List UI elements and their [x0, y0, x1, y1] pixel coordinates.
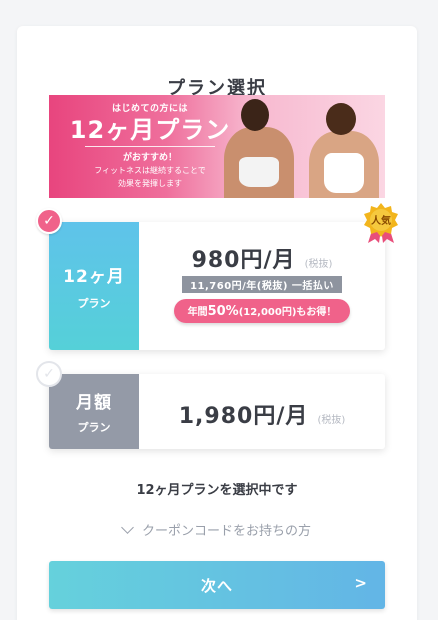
- discount-percent: 50%: [207, 304, 239, 319]
- next-button[interactable]: 次へ >: [49, 561, 385, 609]
- banner-line1: はじめての方には: [111, 104, 188, 114]
- plan-price: 980円/月: [191, 248, 296, 273]
- banner-desc2: 効果を発揮します: [118, 179, 182, 188]
- plan-option-12-month[interactable]: 12ヶ月 プラン 980円/月 (税抜) 11,760円/年(税抜) 一括払い …: [49, 222, 385, 350]
- banner-person-1-hair: [241, 99, 269, 131]
- plan-option-monthly[interactable]: 月額 プラン 1,980円/月 (税抜): [49, 374, 385, 449]
- discount-pre: 年間: [187, 307, 208, 318]
- discount-post: (12,000円)もお得！: [238, 307, 337, 318]
- coupon-label: クーポンコードをお持ちの方: [141, 524, 311, 539]
- banner-person-2-top: [324, 153, 364, 193]
- plan-label-12-month: 12ヶ月 プラン: [49, 222, 139, 350]
- plan-label-sub: プラン: [77, 297, 111, 310]
- banner-desc1: フィットネスは継続することで: [94, 166, 206, 175]
- check-icon-selected[interactable]: ✓: [36, 208, 62, 234]
- banner-plan: 12ヶ月プラン: [69, 116, 231, 144]
- plan-tax-note: (税抜): [304, 259, 333, 270]
- banner-text: はじめての方には 12ヶ月プラン がおすすめ！ フィットネスは継続することで 効…: [65, 101, 235, 189]
- banner-divider: [85, 146, 215, 147]
- plan-tax-note: (税抜): [317, 415, 346, 426]
- next-button-label: 次へ: [200, 577, 233, 595]
- annual-payment-note: 11,760円/年(税抜) 一括払い: [182, 276, 342, 293]
- selection-status: 12ヶ月プランを選択中です: [136, 483, 298, 498]
- plan-label-main: 月額: [76, 393, 112, 413]
- check-icon-unselected[interactable]: ✓: [36, 361, 62, 387]
- chevron-right-icon: >: [354, 574, 367, 592]
- chevron-down-icon: [121, 521, 134, 534]
- banner-recommend: がおすすめ！: [122, 153, 177, 163]
- plan-label-monthly: 月額 プラン: [49, 374, 139, 449]
- plan-price: 1,980円/月: [178, 404, 309, 429]
- promo-banner: はじめての方には 12ヶ月プラン がおすすめ！ フィットネスは継続することで 効…: [49, 95, 385, 198]
- plan-label-sub: プラン: [77, 421, 111, 434]
- banner-person-1-top: [239, 157, 279, 187]
- banner-person-2-hair: [326, 103, 356, 135]
- badge-label: 人気: [371, 214, 391, 227]
- popular-badge-icon: 人気: [364, 203, 398, 243]
- coupon-toggle[interactable]: クーポンコードをお持ちの方: [17, 520, 417, 539]
- plan-body-monthly: 1,980円/月 (税抜): [139, 374, 385, 449]
- discount-pill: 年間50%(12,000円)もお得！: [173, 299, 351, 323]
- plan-body-12-month: 980円/月 (税抜) 11,760円/年(税抜) 一括払い 年間50%(12,…: [139, 222, 385, 350]
- plan-label-main: 12ヶ月: [63, 267, 125, 287]
